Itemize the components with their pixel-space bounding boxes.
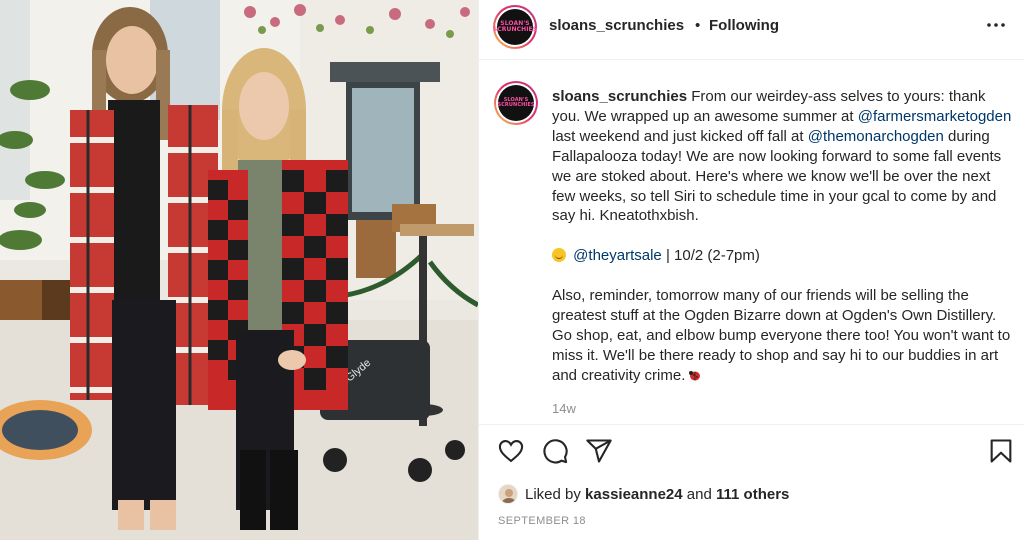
caption-text-4: Also, reminder, tomorrow many of our fri… bbox=[552, 287, 1011, 384]
logo-line-2: SCRUNCHIES bbox=[492, 26, 538, 33]
caption-author-avatar[interactable]: SLOAN'S SCRUNCHIES bbox=[494, 81, 538, 125]
bookmark-icon[interactable] bbox=[987, 437, 1015, 465]
post-date[interactable]: SEPTEMBER 18 bbox=[498, 515, 586, 527]
caption-username[interactable]: sloans_scrunchies bbox=[552, 88, 687, 105]
logo-line-2: SCRUNCHIES bbox=[497, 102, 535, 108]
caption-paragraph-2: @theyartsale | 10/2 (2-7pm) bbox=[552, 246, 1014, 266]
post-photo[interactable]: weeGlyde bbox=[0, 0, 478, 540]
author-avatar[interactable]: SLOAN'S SCRUNCHIES bbox=[493, 5, 537, 49]
post-caption: sloans_scrunchies From our weirdey-ass s… bbox=[552, 87, 1014, 405]
caption-text-2: last weekend and just kicked off fall at bbox=[552, 127, 804, 145]
likes-summary: Liked by kassieanne24 and 111 others bbox=[525, 486, 789, 503]
liker-username[interactable]: kassieanne24 bbox=[585, 486, 683, 503]
likes-prefix: Liked by bbox=[525, 486, 581, 503]
heart-icon[interactable] bbox=[497, 437, 525, 465]
likes-others-link[interactable]: 111 others bbox=[716, 486, 789, 503]
mention-link[interactable]: @theyartsale bbox=[573, 247, 662, 264]
liker-avatar-image bbox=[499, 485, 517, 503]
following-button[interactable]: Following bbox=[709, 17, 779, 34]
brand-logo: SLOAN'S SCRUNCHIES bbox=[493, 9, 537, 45]
likes-conjunction: and bbox=[686, 486, 712, 503]
more-horizontal-icon[interactable] bbox=[984, 13, 1008, 37]
event-date: | 10/2 (2-7pm) bbox=[665, 247, 760, 265]
ladybug-emoji-icon bbox=[689, 370, 701, 381]
post-header: SLOAN'S SCRUNCHIES sloans_scrunchies • F… bbox=[479, 0, 1024, 56]
author-username[interactable]: sloans_scrunchies bbox=[549, 17, 684, 34]
post-photo-illustration: weeGlyde bbox=[0, 0, 478, 540]
separator-dot: • bbox=[695, 17, 701, 34]
brand-logo: SLOAN'S SCRUNCHIES bbox=[497, 85, 535, 121]
caption-paragraph-3: Also, reminder, tomorrow many of our fri… bbox=[552, 286, 1014, 386]
header-divider bbox=[479, 59, 1024, 60]
liker-avatar[interactable] bbox=[498, 484, 518, 504]
smile-emoji-icon bbox=[552, 248, 566, 263]
caption-paragraph-1: sloans_scrunchies From our weirdey-ass s… bbox=[552, 87, 1014, 226]
actions-divider bbox=[479, 424, 1024, 425]
mention-link[interactable]: @farmersmarketogden bbox=[858, 108, 1012, 125]
post-age[interactable]: 14w bbox=[552, 401, 576, 416]
mention-link[interactable]: @themonarchogden bbox=[808, 128, 944, 145]
share-icon[interactable] bbox=[585, 437, 613, 465]
comment-icon[interactable] bbox=[541, 437, 569, 465]
post-details-panel: SLOAN'S SCRUNCHIES sloans_scrunchies • F… bbox=[478, 0, 1024, 540]
